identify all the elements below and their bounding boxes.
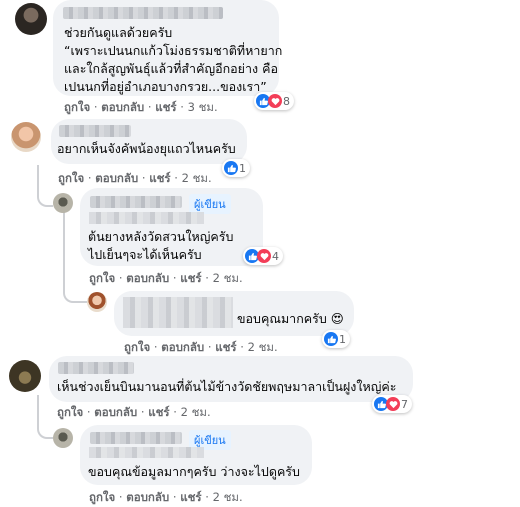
comment-text: ขอบคุณข้อมูลมากๆครับ ว่างจะไปดูครับ [88,464,300,479]
like-reaction-icon [324,332,338,346]
avatar[interactable] [53,428,73,448]
comment-text: ขอบคุณมากครับ 😍 [237,311,344,326]
reaction-count: 7 [401,397,408,411]
commenter-name[interactable] [90,432,182,444]
commenter-name[interactable] [58,362,134,374]
commenter-name[interactable] [63,7,223,19]
like-action[interactable]: ถูกใจ [57,405,83,419]
blurred-text [89,212,204,224]
reaction-count: 8 [283,94,290,108]
timestamp[interactable]: 3 ชม. [188,100,218,114]
love-reaction-icon [268,94,282,108]
reaction-summary[interactable]: 7 [372,395,412,413]
reply-action[interactable]: ตอบกลับ [126,271,169,285]
comment-actions: ถูกใจ · ตอบกลับ · แชร์ · 2 ชม. [57,405,211,419]
avatar[interactable] [53,193,73,213]
comment-actions: ถูกใจ · ตอบกลับ · แชร์ · 2 ชม. [124,340,278,354]
reaction-count: 1 [239,161,246,175]
reply-action[interactable]: ตอบกลับ [94,405,137,419]
timestamp[interactable]: 2 ชม. [182,171,212,185]
commenter-name[interactable] [59,125,131,137]
commenter-name[interactable] [123,297,233,328]
reply-action[interactable]: ตอบกลับ [161,340,204,354]
reaction-summary[interactable]: 1 [222,159,250,177]
share-action[interactable]: แชร์ [180,271,201,285]
author-badge: ผู้เขียน [189,194,231,214]
like-action[interactable]: ถูกใจ [89,271,115,285]
comment-actions: ถูกใจ · ตอบกลับ · แชร์ · 2 ชม. [89,271,243,285]
comment-text: อยากเห็นจังคัพน้องยุแถวไหนครับ [57,141,236,156]
reply-thread-line [37,165,53,207]
reply-thread-line [63,212,65,292]
avatar[interactable] [15,3,47,35]
share-action[interactable]: แชร์ [155,100,176,114]
timestamp[interactable]: 2 ชม. [181,405,211,419]
love-reaction-icon [386,397,400,411]
comment-actions: ถูกใจ · ตอบกลับ · แชร์ · 2 ชม. [89,490,243,504]
comment-text: ช่วยกันดูแลด้วยครับ “เพราะเปนนกแก้วโม่งธ… [64,25,283,94]
love-reaction-icon [257,249,271,263]
like-action[interactable]: ถูกใจ [64,100,90,114]
reaction-summary[interactable]: 8 [254,92,294,110]
reaction-count: 4 [272,249,279,263]
timestamp[interactable]: 2 ชม. [213,490,243,504]
comment-actions: ถูกใจ · ตอบกลับ · แชร์ · 2 ชม. [58,171,212,185]
commenter-name[interactable] [90,196,182,208]
reaction-summary[interactable]: 4 [243,247,283,265]
reaction-summary[interactable]: 1 [322,330,350,348]
like-action[interactable]: ถูกใจ [58,171,84,185]
comment-text: เห็นช่วงเย็นบินมานอนที่ต้นไม้ข้างวัดชัยพ… [57,379,397,394]
avatar[interactable] [11,122,41,152]
comment-text: ต้นยางหลังวัดสวนใหญ่ครับ ไปเย็นๆจะได้เห็… [88,229,234,262]
like-reaction-icon [224,161,238,175]
reply-action[interactable]: ตอบกลับ [95,171,138,185]
timestamp[interactable]: 2 ชม. [213,271,243,285]
avatar[interactable] [9,360,41,392]
reaction-count: 1 [339,332,346,346]
comment-actions: ถูกใจ · ตอบกลับ · แชร์ · 3 ชม. [64,100,218,114]
reply-thread-line [63,285,87,303]
reply-action[interactable]: ตอบกลับ [101,100,144,114]
share-action[interactable]: แชร์ [149,171,170,185]
reply-thread-line [37,395,53,439]
like-action[interactable]: ถูกใจ [124,340,150,354]
share-action[interactable]: แชร์ [148,405,169,419]
timestamp[interactable]: 2 ชม. [248,340,278,354]
share-action[interactable]: แชร์ [180,490,201,504]
blurred-text [89,447,204,458]
reply-action[interactable]: ตอบกลับ [126,490,169,504]
share-action[interactable]: แชร์ [215,340,236,354]
avatar[interactable] [87,292,107,312]
like-action[interactable]: ถูกใจ [89,490,115,504]
